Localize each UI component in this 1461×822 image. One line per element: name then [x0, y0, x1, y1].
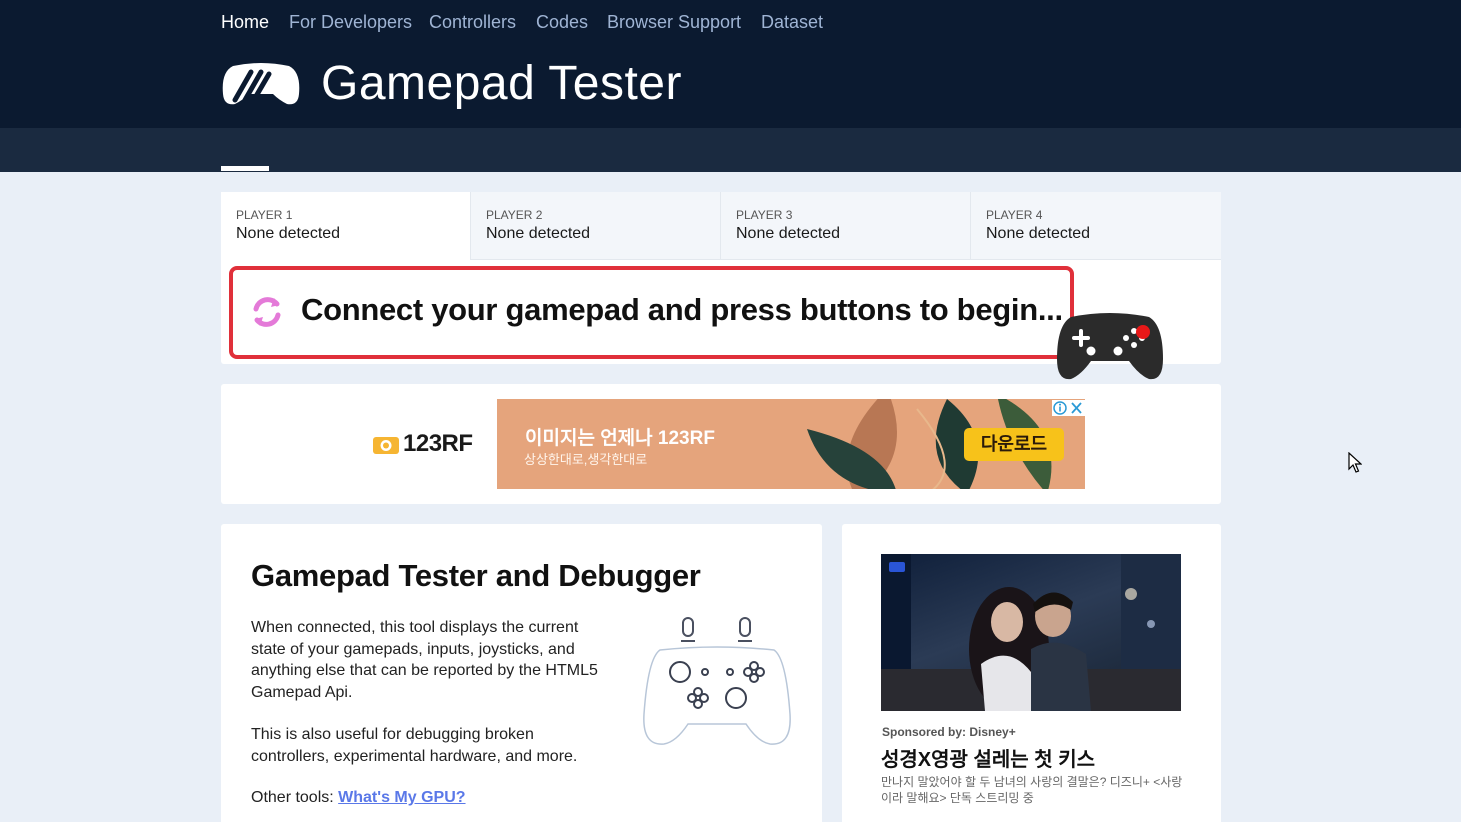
site-title[interactable]: Gamepad Tester	[321, 56, 682, 111]
sponsor-description: 만나지 말았어야 할 두 남녀의 사랑의 결말은? 디즈니+ <사랑이라 말해요…	[881, 775, 1183, 805]
whats-my-gpu-link[interactable]: What's My GPU?	[338, 789, 465, 806]
sponsored-by-label: Sponsored by: Disney+	[882, 725, 1016, 739]
main-nav	[0, 128, 1461, 172]
player-status: None detected	[986, 225, 1091, 242]
player-tab-4[interactable]: PLAYER 4 None detected	[971, 192, 1221, 260]
player-label: PLAYER 2	[486, 208, 543, 222]
about-title: Gamepad Tester and Debugger	[251, 558, 701, 593]
camera-icon	[373, 437, 399, 454]
ad-choices-icon[interactable]	[1052, 400, 1085, 416]
gamepad-logo-icon[interactable]	[221, 62, 301, 107]
controller-outline-icon	[643, 617, 791, 745]
nav-controllers[interactable]: Controllers	[429, 12, 516, 33]
ad-subtitle: 상상한대로,생각한대로	[524, 452, 648, 467]
other-tools-label: Other tools:	[251, 789, 334, 806]
about-paragraph-2: This is also useful for debugging broken…	[251, 726, 578, 765]
refresh-icon	[253, 297, 281, 327]
other-tools-line: Other tools: What's My GPU?	[251, 787, 601, 809]
mouse-pointer-icon	[1348, 452, 1362, 473]
player-status: None detected	[486, 225, 591, 242]
ad-brand-logo[interactable]: 123RF	[403, 430, 473, 458]
player-status: None detected	[736, 225, 841, 242]
player-label: PLAYER 4	[986, 208, 1043, 222]
player-status: None detected	[236, 225, 341, 242]
sponsor-image[interactable]	[881, 554, 1181, 711]
gamepad-icon	[1057, 313, 1163, 380]
connect-message: Connect your gamepad and press buttons t…	[301, 292, 1063, 327]
nav-for-developers[interactable]: For Developers	[289, 12, 412, 33]
about-paragraph-1: When connected, this tool displays the c…	[251, 619, 598, 701]
player-label: PLAYER 3	[736, 208, 793, 222]
nav-codes[interactable]: Codes	[536, 12, 588, 33]
player-tab-3[interactable]: PLAYER 3 None detected	[721, 192, 971, 260]
ad-download-button[interactable]: 다운로드	[964, 428, 1064, 461]
player-tab-2[interactable]: PLAYER 2 None detected	[471, 192, 721, 260]
sponsor-title[interactable]: 성경X영광 설레는 첫 키스	[881, 743, 1095, 772]
nav-dataset[interactable]: Dataset	[761, 12, 823, 33]
ad-title: 이미지는 언제나 123RF	[525, 428, 715, 449]
nav-home[interactable]: Home	[221, 12, 269, 33]
player-label: PLAYER 1	[236, 208, 293, 222]
active-nav-indicator	[221, 166, 269, 171]
player-tab-1[interactable]: PLAYER 1 None detected	[221, 192, 471, 260]
nav-browser-support[interactable]: Browser Support	[607, 12, 741, 33]
ad-banner[interactable]: 이미지는 언제나 123RF 상상한대로,생각한대로 다운로드	[497, 399, 1085, 489]
movie-still-illustration	[881, 554, 1181, 711]
